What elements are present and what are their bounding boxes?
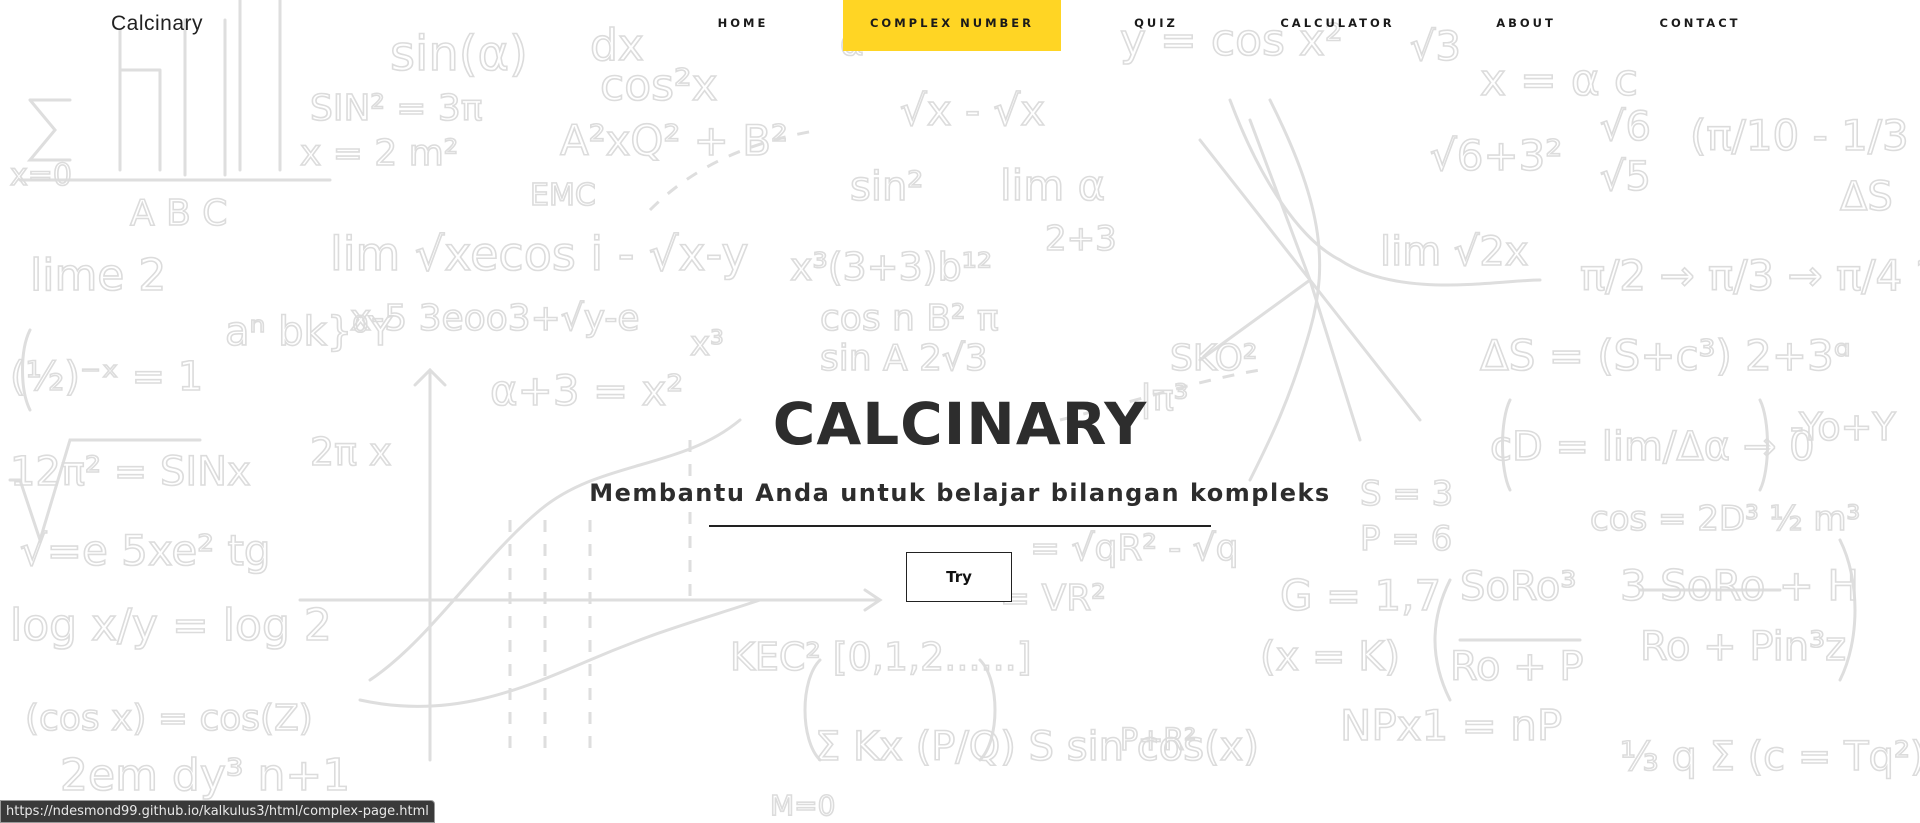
- try-button[interactable]: Try: [906, 552, 1012, 602]
- nav-item-quiz[interactable]: QUIZ: [1120, 0, 1192, 51]
- site-logo[interactable]: Calcinary: [111, 12, 203, 36]
- nav-item-complex-number[interactable]: COMPLEX NUMBER: [843, 0, 1061, 51]
- hero-subtitle: Membantu Anda untuk belajar bilangan kom…: [589, 479, 1331, 507]
- top-navbar: Calcinary HOME COMPLEX NUMBER QUIZ CALCU…: [0, 0, 1920, 51]
- nav-item-contact[interactable]: CONTACT: [1650, 0, 1750, 51]
- nav-item-about[interactable]: ABOUT: [1486, 0, 1566, 51]
- hero-section: CALCINARY Membantu Anda untuk belajar bi…: [0, 0, 1920, 823]
- nav-item-home[interactable]: HOME: [702, 0, 784, 51]
- nav-item-calculator[interactable]: CALCULATOR: [1270, 0, 1405, 51]
- page: sin(α) dx cos²x SIN² = 3π x = 2 m² A²xQ²…: [0, 0, 1920, 823]
- hero-divider: [709, 525, 1211, 527]
- link-status-bar: https://ndesmond99.github.io/kalkulus3/h…: [0, 800, 435, 823]
- hero-title: CALCINARY: [772, 390, 1148, 458]
